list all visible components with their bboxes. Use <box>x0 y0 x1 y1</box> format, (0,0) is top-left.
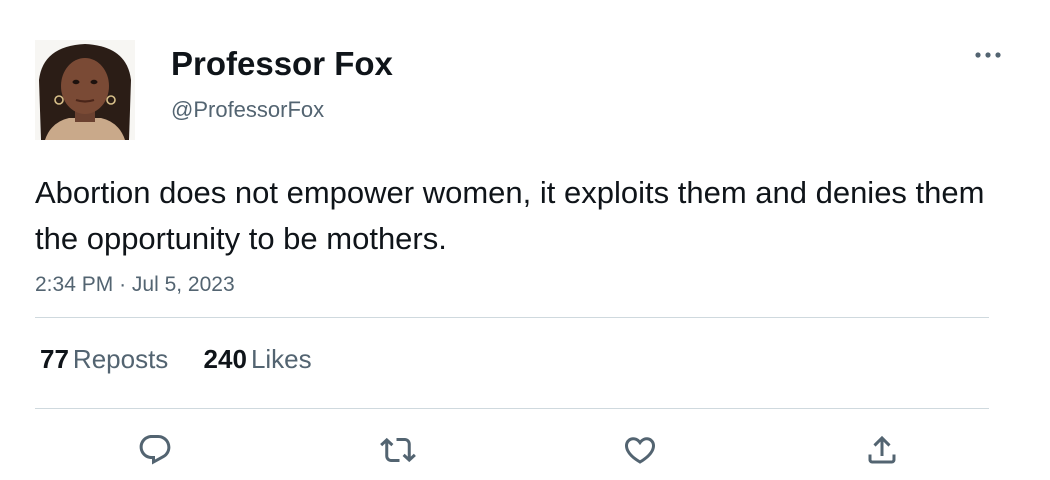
likes-label: Likes <box>250 344 312 374</box>
like-button[interactable] <box>618 428 662 472</box>
divider <box>35 408 989 409</box>
display-name[interactable]: Professor Fox <box>171 44 393 84</box>
heart-icon <box>624 437 656 464</box>
more-horizontal-icon <box>975 52 1001 58</box>
repost-button[interactable] <box>376 428 420 472</box>
tweet-text: Abortion does not empower women, it expl… <box>35 175 985 256</box>
reply-button[interactable] <box>133 428 177 472</box>
reposts-count: 77 <box>40 344 69 374</box>
engagement-stats: 77 Reposts 240 Likes <box>40 342 340 376</box>
tweet-time[interactable]: 2:34 PM <box>35 273 113 296</box>
tweet-date[interactable]: Jul 5, 2023 <box>132 273 235 296</box>
share-icon <box>868 435 896 464</box>
repost-icon <box>380 437 416 463</box>
action-bar <box>0 428 1050 472</box>
divider <box>35 317 989 318</box>
share-button[interactable] <box>860 428 904 472</box>
avatar[interactable] <box>35 40 135 140</box>
user-handle[interactable]: @ProfessorFox <box>171 96 324 124</box>
likes-stat[interactable]: 240 Likes <box>204 342 312 376</box>
reposts-stat[interactable]: 77 Reposts <box>40 342 168 376</box>
more-options-button[interactable] <box>970 40 1006 70</box>
likes-count: 240 <box>203 344 247 374</box>
timestamp-separator: · <box>119 273 127 296</box>
reposts-label: Reposts <box>72 344 169 374</box>
reply-icon <box>139 435 171 465</box>
timestamp: 2:34 PM · Jul 5, 2023 <box>35 271 235 299</box>
